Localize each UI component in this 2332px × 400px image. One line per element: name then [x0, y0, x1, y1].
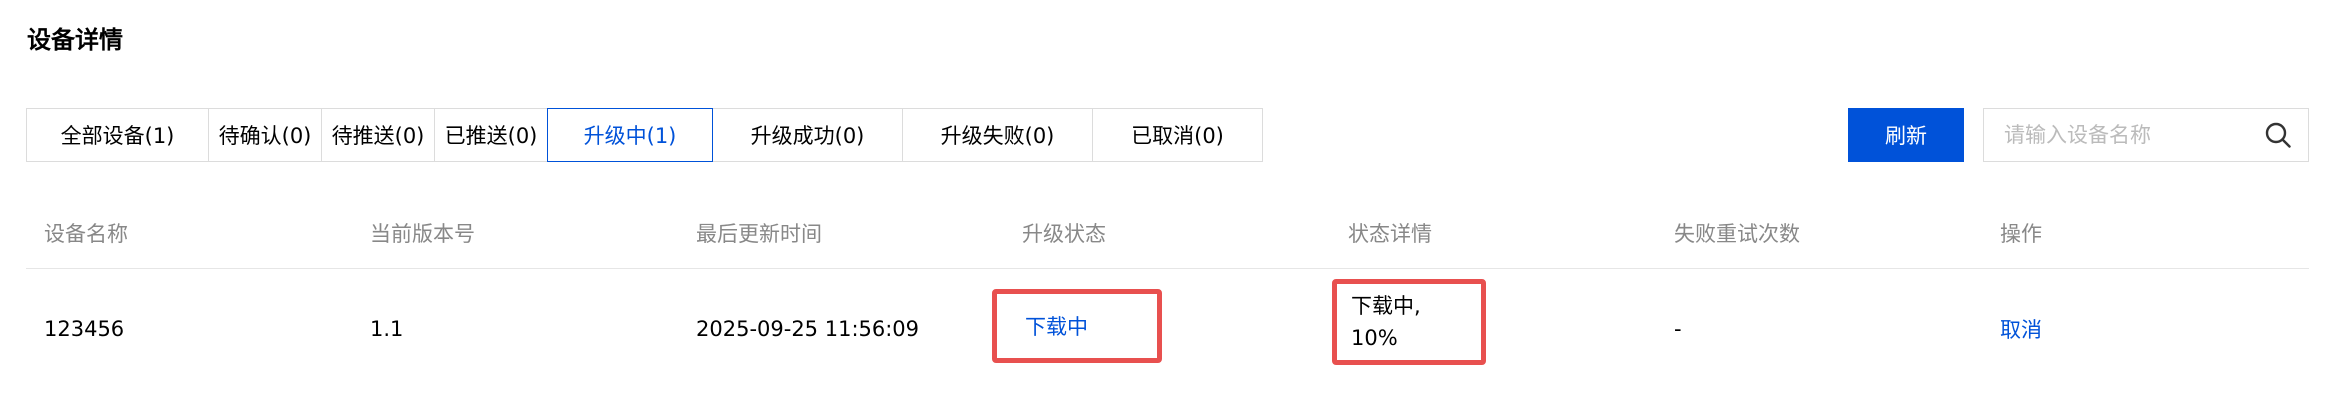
- column-header-last-updated: 最后更新时间: [696, 222, 822, 246]
- cell-retry-count: -: [1674, 317, 1682, 341]
- upgrade-status-highlight: 下载中: [992, 289, 1162, 363]
- tab-cancelled[interactable]: 已取消(0): [1092, 108, 1263, 162]
- status-detail-line-2: 10%: [1351, 326, 1398, 350]
- refresh-button[interactable]: 刷新: [1848, 108, 1964, 162]
- table-header: 设备名称 当前版本号 最后更新时间 升级状态 状态详情 失败重试次数 操作: [26, 200, 2309, 269]
- cancel-link[interactable]: 取消: [2000, 269, 2042, 389]
- search-box: [1983, 108, 2309, 162]
- cell-device-name: 123456: [44, 317, 125, 341]
- cell-last-updated: 2025-09-25 11:56:09: [696, 317, 920, 341]
- device-table: 设备名称 当前版本号 最后更新时间 升级状态 状态详情 失败重试次数 操作 12…: [26, 200, 2309, 389]
- column-header-actions: 操作: [2000, 222, 2042, 246]
- table-row: 123456 1.1 2025-09-25 11:56:09 下载中 下载中, …: [26, 269, 2309, 389]
- status-detail-highlight: 下载中, 10%: [1332, 279, 1486, 365]
- tab-pushed[interactable]: 已推送(0): [434, 108, 548, 162]
- search-input[interactable]: [1984, 109, 2262, 161]
- tab-upgrading[interactable]: 升级中(1): [547, 108, 713, 162]
- page-title: 设备详情: [27, 26, 123, 54]
- status-tabs: 全部设备(1) 待确认(0) 待推送(0) 已推送(0) 升级中(1) 升级成功…: [26, 108, 1263, 162]
- tab-all-devices[interactable]: 全部设备(1): [26, 108, 209, 162]
- column-header-upgrade-status: 升级状态: [1022, 222, 1106, 246]
- tab-pending-push[interactable]: 待推送(0): [321, 108, 435, 162]
- tab-upgrade-failed[interactable]: 升级失败(0): [902, 108, 1093, 162]
- tab-upgrade-success[interactable]: 升级成功(0): [712, 108, 903, 162]
- tab-pending-confirm[interactable]: 待确认(0): [208, 108, 322, 162]
- column-header-status-detail: 状态详情: [1348, 222, 1432, 246]
- column-header-device-name: 设备名称: [44, 222, 128, 246]
- status-detail-line-1: 下载中,: [1351, 294, 1421, 318]
- column-header-retry-count: 失败重试次数: [1674, 222, 1800, 246]
- column-header-current-version: 当前版本号: [370, 222, 475, 246]
- upgrade-status-text: 下载中: [1025, 315, 1088, 339]
- search-icon[interactable]: [2262, 119, 2294, 151]
- cell-current-version: 1.1: [370, 317, 404, 341]
- status-detail-text: 下载中, 10%: [1351, 290, 1421, 354]
